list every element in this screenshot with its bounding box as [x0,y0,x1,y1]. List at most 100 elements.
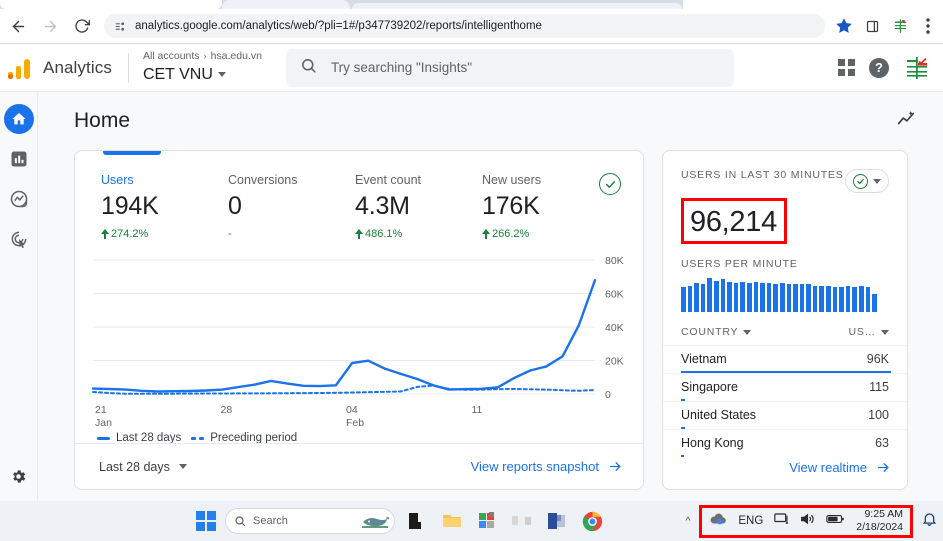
date-range-selector[interactable]: Last 28 days [99,460,187,474]
page-title: Home [74,109,130,133]
green-check-circle-icon[interactable] [599,173,621,195]
sidebar-item-home[interactable] [4,104,34,134]
taskbar-app-chrome[interactable] [579,508,605,534]
clock-time: 9:25 AM [856,508,903,521]
users-per-minute-bar [747,283,752,312]
apps-grid-icon[interactable] [838,59,855,76]
user-avatar-icon[interactable] [903,54,931,82]
analytics-brand[interactable]: Analytics [0,57,112,79]
users-per-minute-bar [688,286,693,312]
link-label: View reports snapshot [471,459,599,474]
users-per-minute-bar [819,286,824,312]
taskbar-app-misc[interactable] [509,508,535,534]
browser-tab-other-1[interactable] [222,0,350,9]
users-per-minute-bar [800,284,805,312]
metrics-row: Users 194K 274.2% Conversions 0 - [75,151,643,240]
arrow-up-icon [355,229,363,239]
users-per-minute-chart [681,278,889,312]
svg-text:40K: 40K [605,322,624,334]
view-realtime-link[interactable]: View realtime [789,460,891,475]
account-selector[interactable]: All accounts › hsa.edu.vn CET VNU [143,51,262,83]
tray-highlight-box: ENG 9:25 AM 2/18/2024 [699,505,913,538]
table-row[interactable]: United States100 [663,401,907,429]
users-per-minute-bar [681,287,686,312]
property-name-row[interactable]: CET VNU [143,66,262,84]
windows-start-icon[interactable] [196,511,216,531]
metric-value: 0 [228,192,355,221]
screen: analytics.google.com/analytics/web/?pli=… [0,0,943,541]
back-arrow-icon[interactable] [4,12,32,40]
taskbar-app-dark[interactable] [404,508,430,534]
site-settings-icon[interactable] [114,20,127,33]
arrow-up-icon [482,229,490,239]
country-name: Vietnam [681,352,727,366]
onedrive-cloud-icon[interactable] [709,512,727,531]
sidebar-item-admin[interactable] [4,461,34,491]
metric-conversions[interactable]: Conversions 0 - [228,173,355,240]
chart-x-tick: 11 [472,404,483,417]
metric-delta-value: - [228,228,232,240]
sidebar-item-advertising[interactable] [4,224,34,254]
users-column-label: US… [849,326,877,338]
realtime-card: USERS IN LAST 30 MINUTES 96,214 USERS PE… [662,150,908,490]
sidebar-item-reports[interactable] [4,144,34,174]
bell-icon[interactable] [922,511,937,532]
address-bar[interactable]: analytics.google.com/analytics/web/?pli=… [104,14,825,38]
clock[interactable]: 9:25 AM 2/18/2024 [856,508,903,534]
users-per-minute-bar [734,283,739,312]
sidebar-item-explore[interactable] [4,184,34,214]
metric-delta: 266.2% [482,228,609,240]
users-column-header[interactable]: US… [849,326,890,338]
users-per-minute-bar [707,278,712,312]
side-panel-icon[interactable] [859,13,885,39]
table-row[interactable]: Singapore115 [663,373,907,401]
volume-icon[interactable] [800,512,815,531]
realtime-header-row: USERS IN LAST 30 MINUTES [681,169,889,193]
clock-date: 2/18/2024 [856,521,903,534]
country-table-header: COUNTRY US… [663,326,907,345]
extension-icon[interactable] [887,13,913,39]
browser-tab-active[interactable] [0,0,222,9]
metric-new-users[interactable]: New users 176K 266.2% [482,173,609,240]
address-bar-url: analytics.google.com/analytics/web/?pli=… [135,20,542,32]
property-name: CET VNU [143,66,213,84]
analytics-header: Analytics All accounts › hsa.edu.vn CET … [0,44,943,91]
country-column-header[interactable]: COUNTRY [681,326,751,338]
users-per-minute-bar [846,286,851,312]
users-per-minute-bar [740,282,745,312]
view-reports-snapshot-link[interactable]: View reports snapshot [471,459,623,474]
forward-arrow-icon[interactable] [36,12,64,40]
taskbar-app-file-explorer[interactable] [439,508,465,534]
taskbar-search[interactable]: Search [225,508,395,534]
browser-toolbar: analytics.google.com/analytics/web/?pli=… [0,9,943,43]
search-placeholder: Try searching "Insights" [331,60,472,75]
three-dot-menu-icon[interactable] [915,13,941,39]
chart-x-tick: 28 [221,404,233,417]
users-per-minute-bar [813,286,818,312]
search-input[interactable]: Try searching "Insights" [286,49,734,87]
browser-tab-spacer [683,0,943,9]
metric-label: Conversions [228,173,355,187]
whale-widget-icon[interactable] [360,513,390,533]
star-icon[interactable] [831,13,857,39]
metric-delta: - [228,228,355,240]
table-row[interactable]: Vietnam96K [663,345,907,373]
users-per-minute-bar [727,282,732,312]
taskbar-app-photos[interactable] [474,508,500,534]
chevron-down-icon [881,330,889,335]
metric-users[interactable]: Users 194K 274.2% [101,173,228,240]
help-icon[interactable]: ? [869,58,889,78]
insights-trend-icon[interactable] [895,108,917,135]
language-indicator[interactable]: ENG [738,515,763,527]
chevron-up-icon[interactable]: ^ [686,516,691,527]
browser-tab-strip[interactable] [0,0,943,9]
reload-icon[interactable] [68,12,96,40]
battery-icon[interactable] [826,512,845,530]
metric-event-count[interactable]: Event count 4.3M 486.1% [355,173,482,240]
arrow-right-icon [608,459,623,474]
taskbar-app-blue[interactable] [544,508,570,534]
realtime-users-value: 96,214 [690,206,777,239]
network-icon[interactable] [774,512,789,531]
realtime-status-dropdown[interactable] [845,169,889,193]
breadcrumb-separator-icon: › [204,52,207,62]
